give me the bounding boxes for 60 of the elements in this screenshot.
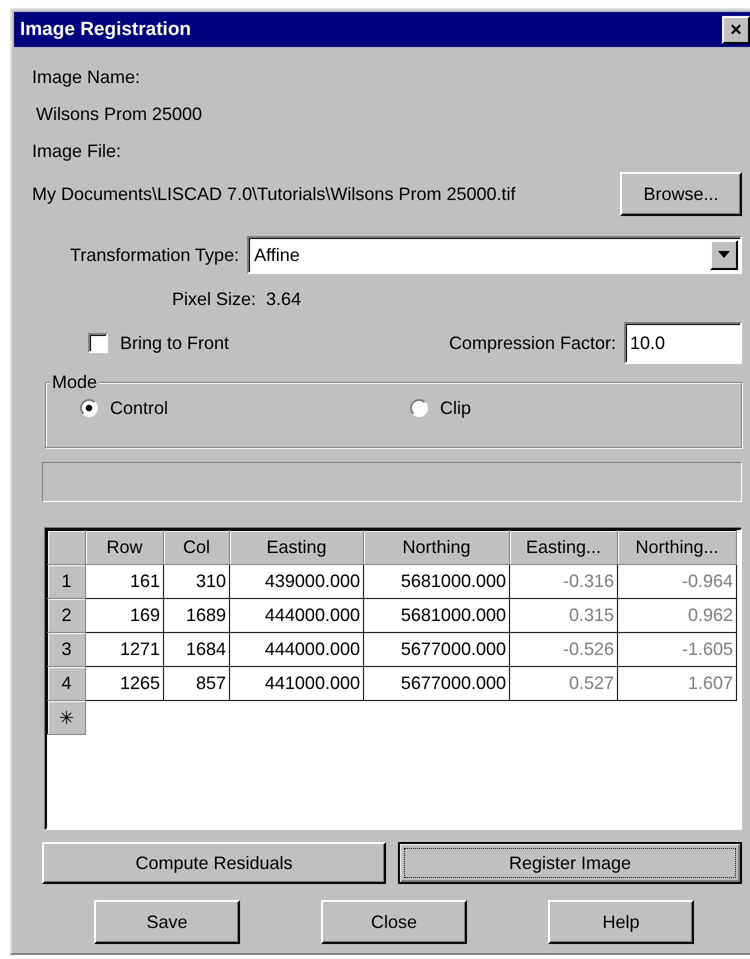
transformation-type-label: Transformation Type: — [70, 244, 240, 266]
column-header[interactable]: Northing — [364, 530, 510, 564]
row-number[interactable]: 4 — [48, 666, 86, 700]
dialog-button[interactable]: Save — [94, 900, 240, 944]
column-header[interactable]: Northing... — [618, 530, 736, 564]
compression-factor-field[interactable]: 10.0 — [624, 322, 742, 364]
radio-label: Clip — [440, 398, 472, 418]
table-cell: 1271 — [86, 632, 164, 666]
action-button[interactable]: Register Image — [398, 842, 742, 884]
row-number[interactable]: 3 — [48, 632, 86, 666]
image-file-label: Image File: — [32, 141, 122, 162]
bring-to-front-checkbox[interactable] — [88, 333, 108, 353]
column-header[interactable]: Row — [86, 530, 164, 564]
table-cell: 439000.000 — [230, 564, 364, 598]
table-cell: 5681000.000 — [364, 564, 510, 598]
radio-button[interactable] — [410, 399, 428, 417]
table-cell: -1.605 — [618, 632, 736, 666]
new-row-marker[interactable]: ✳ — [48, 700, 86, 734]
column-header[interactable]: Easting — [230, 530, 364, 564]
table-cell: 1684 — [164, 632, 230, 666]
radio-label: Control — [110, 398, 168, 418]
column-header[interactable]: Easting... — [510, 530, 618, 564]
table-cell: -0.526 — [510, 632, 618, 666]
pixel-size-label: Pixel Size: — [172, 288, 256, 310]
column-header[interactable]: Col — [164, 530, 230, 564]
row-number[interactable]: 1 — [48, 564, 86, 598]
pixel-size-value: 3.64 — [266, 288, 302, 310]
table-cell: 0.962 — [618, 598, 736, 632]
table-cell: -0.964 — [618, 564, 736, 598]
table-cell: 161 — [86, 564, 164, 598]
table-cell: 857 — [164, 666, 230, 700]
table-cell: -0.316 — [510, 564, 618, 598]
radio-button[interactable] — [80, 399, 98, 417]
window-title: Image Registration — [20, 18, 192, 40]
image-file-path: My Documents\LISCAD 7.0\Tutorials\Wilsons Prom 25000.tif — [32, 184, 516, 204]
table-cell: 1265 — [86, 666, 164, 700]
image-name-value: Wilsons Prom 25000 — [36, 104, 202, 125]
table-cell: 5677000.000 — [364, 632, 510, 666]
table-cell: 441000.000 — [230, 666, 364, 700]
transformation-type-dropdown[interactable]: Affine — [247, 236, 742, 274]
dialog-button[interactable]: Help — [548, 900, 694, 944]
action-button[interactable]: Compute Residuals — [42, 842, 386, 884]
table-cell: 0.315 — [510, 598, 618, 632]
image-name-label: Image Name: — [32, 67, 140, 88]
table-cell: 1.607 — [618, 666, 736, 700]
table-cell: 444000.000 — [230, 632, 364, 666]
table-cell: 1689 — [164, 598, 230, 632]
browse-button[interactable]: Browse... — [620, 172, 742, 216]
compression-factor-label: Compression Factor: — [448, 332, 616, 354]
table-cell: 310 — [164, 564, 230, 598]
table-cell: 5677000.000 — [364, 666, 510, 700]
close-button[interactable]: × — [722, 16, 750, 44]
table-cell: 5681000.000 — [364, 598, 510, 632]
bring-to-front-label: Bring to Front — [120, 332, 230, 354]
table-cell: 444000.000 — [230, 598, 364, 632]
dialog-button[interactable]: Close — [321, 900, 467, 944]
row-number[interactable]: 2 — [48, 598, 86, 632]
table-cell: 169 — [86, 598, 164, 632]
corner-header — [48, 530, 86, 564]
table-cell: 0.527 — [510, 666, 618, 700]
